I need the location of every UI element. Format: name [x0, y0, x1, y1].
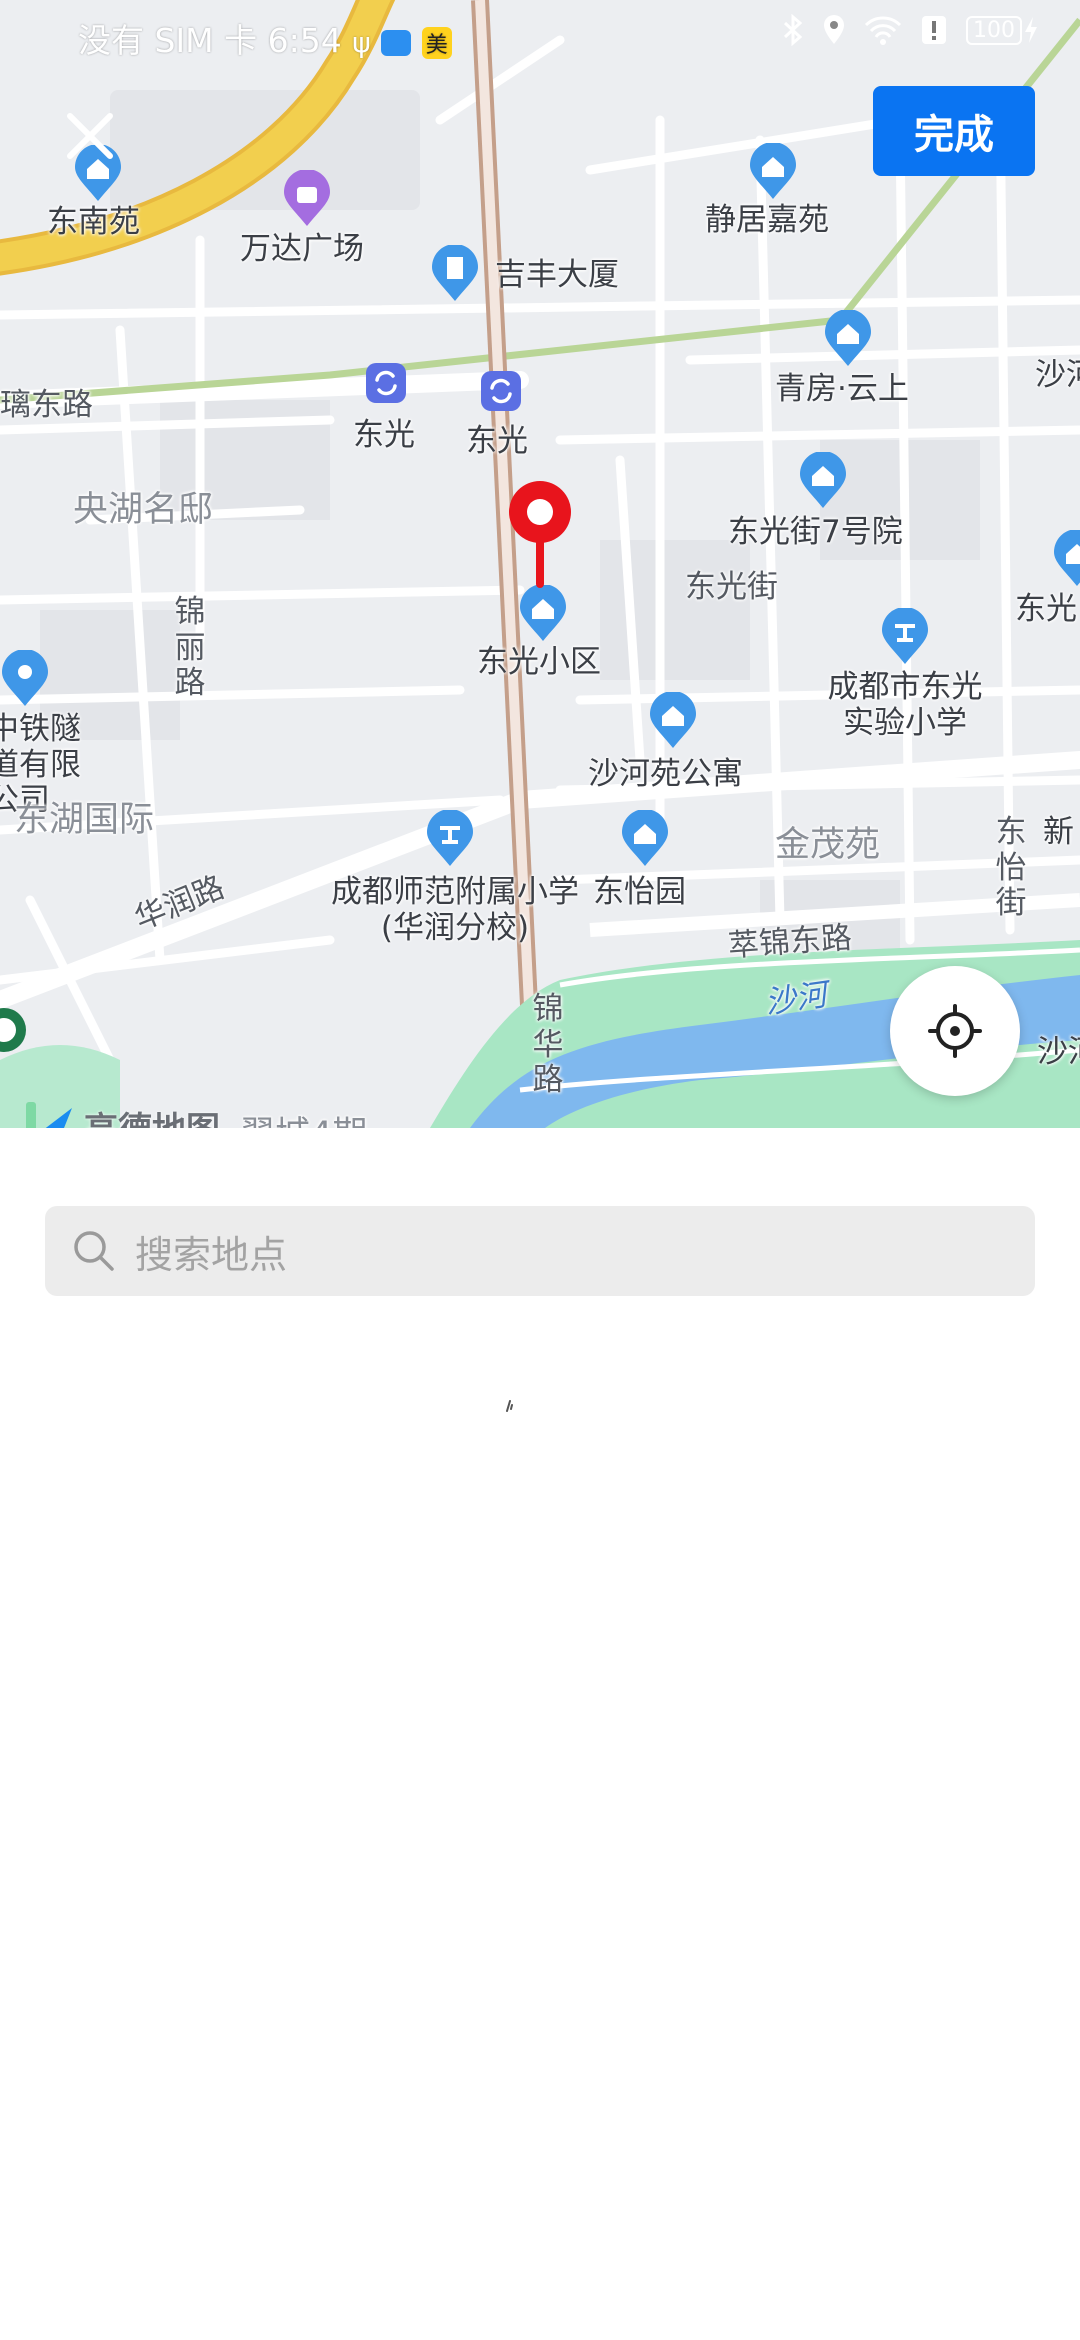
map-label-dg7: 东光街7号院 — [728, 514, 903, 550]
locate-me-button[interactable] — [890, 966, 1020, 1096]
map-label-yanghu: 央湖名邸 — [73, 490, 214, 530]
loading-spinner-icon — [506, 1400, 513, 1412]
map-label-dongguang-right: 东光 — [1015, 591, 1077, 627]
metro-station-icon[interactable] — [365, 362, 407, 404]
map-label-qingfang: 青房·云上 — [775, 371, 909, 407]
map-view[interactable]: 东南苑 万达广场 静居嘉苑 吉丰大厦 青房·云上 沙河 璃东路 东光 东光 央湖… — [0, 0, 1080, 1128]
residential-poi-icon[interactable] — [648, 692, 698, 750]
map-label-dongyijie: 东怡街 — [995, 814, 1027, 922]
residential-poi-icon[interactable] — [620, 810, 670, 868]
school-poi-icon[interactable] — [880, 608, 930, 666]
close-button[interactable] — [58, 104, 122, 168]
status-bar: 没有 SIM 卡 6:54 ψ 美 100 — [0, 0, 1080, 72]
map-label-dongguang-xiaoqu: 东光小区 — [477, 644, 601, 680]
map-label-xin: 新 — [1043, 814, 1074, 850]
battery-level: 100 — [966, 15, 1022, 45]
map-provider-name: 高德地图 — [84, 1102, 220, 1129]
residential-poi-icon[interactable] — [798, 452, 848, 510]
map-label-jingjujiayuan: 静居嘉苑 — [705, 202, 829, 238]
location-status-icon — [824, 15, 844, 44]
carrier-text: 没有 SIM 卡 — [78, 21, 258, 60]
map-label-cuicheng: 翠城4期 — [240, 1115, 367, 1128]
residential-poi-icon[interactable] — [1052, 530, 1080, 588]
map-label-shifan-school: 成都师范附属小学(华润分校) — [331, 874, 579, 946]
cloud-app-icon — [381, 29, 412, 56]
amap-logo-icon — [26, 1102, 72, 1128]
status-left: 没有 SIM 卡 6:54 ψ 美 — [78, 14, 452, 62]
map-label-dongguang-station-1: 东光 — [353, 417, 415, 453]
wifi-icon — [864, 16, 902, 45]
status-right: 100 — [782, 14, 1040, 46]
map-label-jinmao: 金茂苑 — [775, 825, 881, 865]
office-poi-icon[interactable] — [430, 245, 480, 303]
school-poi-icon[interactable] — [425, 810, 475, 868]
map-label-shahe-top: 沙河 — [1035, 357, 1080, 393]
usb-icon: ψ — [352, 26, 371, 59]
map-label-dongguang-station-2: 东光 — [466, 423, 528, 459]
map-label-wanda: 万达广场 — [240, 231, 364, 267]
map-label-dongguang-school: 成都市东光实验小学 — [827, 669, 983, 741]
map-label-jinhualu: 锦华路 — [532, 991, 564, 1099]
map-label-dongnanyuan: 东南苑 — [47, 204, 140, 240]
shopping-poi-icon[interactable] — [282, 170, 332, 228]
battery-indicator: 100 — [966, 15, 1040, 45]
residential-poi-icon[interactable] — [823, 310, 873, 368]
done-button[interactable]: 完成 — [873, 86, 1035, 176]
map-label-jifeng: 吉丰大厦 — [495, 257, 619, 293]
map-label-shahe-bottom: 沙河 — [1037, 1034, 1080, 1070]
search-input[interactable]: 搜索地点 — [135, 1224, 287, 1279]
search-icon — [74, 1231, 114, 1271]
meituan-app-badge: 美 — [421, 26, 452, 59]
sim-alert-icon — [922, 16, 946, 44]
map-label-dongguangjie: 东光街 — [685, 569, 778, 605]
bluetooth-icon — [783, 14, 803, 46]
map-label-jinlilu: 锦丽路 — [174, 594, 206, 702]
map-label-jinglidonglu: 璃东路 — [0, 387, 93, 423]
charging-icon — [1025, 17, 1037, 43]
search-bar[interactable]: 搜索地点 — [45, 1206, 1035, 1296]
selected-location-pin-icon[interactable] — [505, 478, 575, 588]
metro-station-icon[interactable] — [480, 370, 522, 412]
clock-time: 6:54 — [267, 21, 342, 60]
residential-poi-icon[interactable] — [748, 143, 798, 201]
residential-poi-icon[interactable] — [518, 585, 568, 643]
map-provider-logo: 高德地图 — [24, 1100, 220, 1128]
close-icon — [67, 113, 113, 159]
map-label-dongyiyuan: 东怡园 — [593, 874, 686, 910]
map-label-shaheyuan: 沙河苑公寓 — [588, 756, 743, 792]
map-label-donghu: 东湖国际 — [14, 800, 155, 840]
crosshair-icon — [928, 1004, 982, 1058]
location-poi-icon[interactable] — [0, 650, 50, 708]
